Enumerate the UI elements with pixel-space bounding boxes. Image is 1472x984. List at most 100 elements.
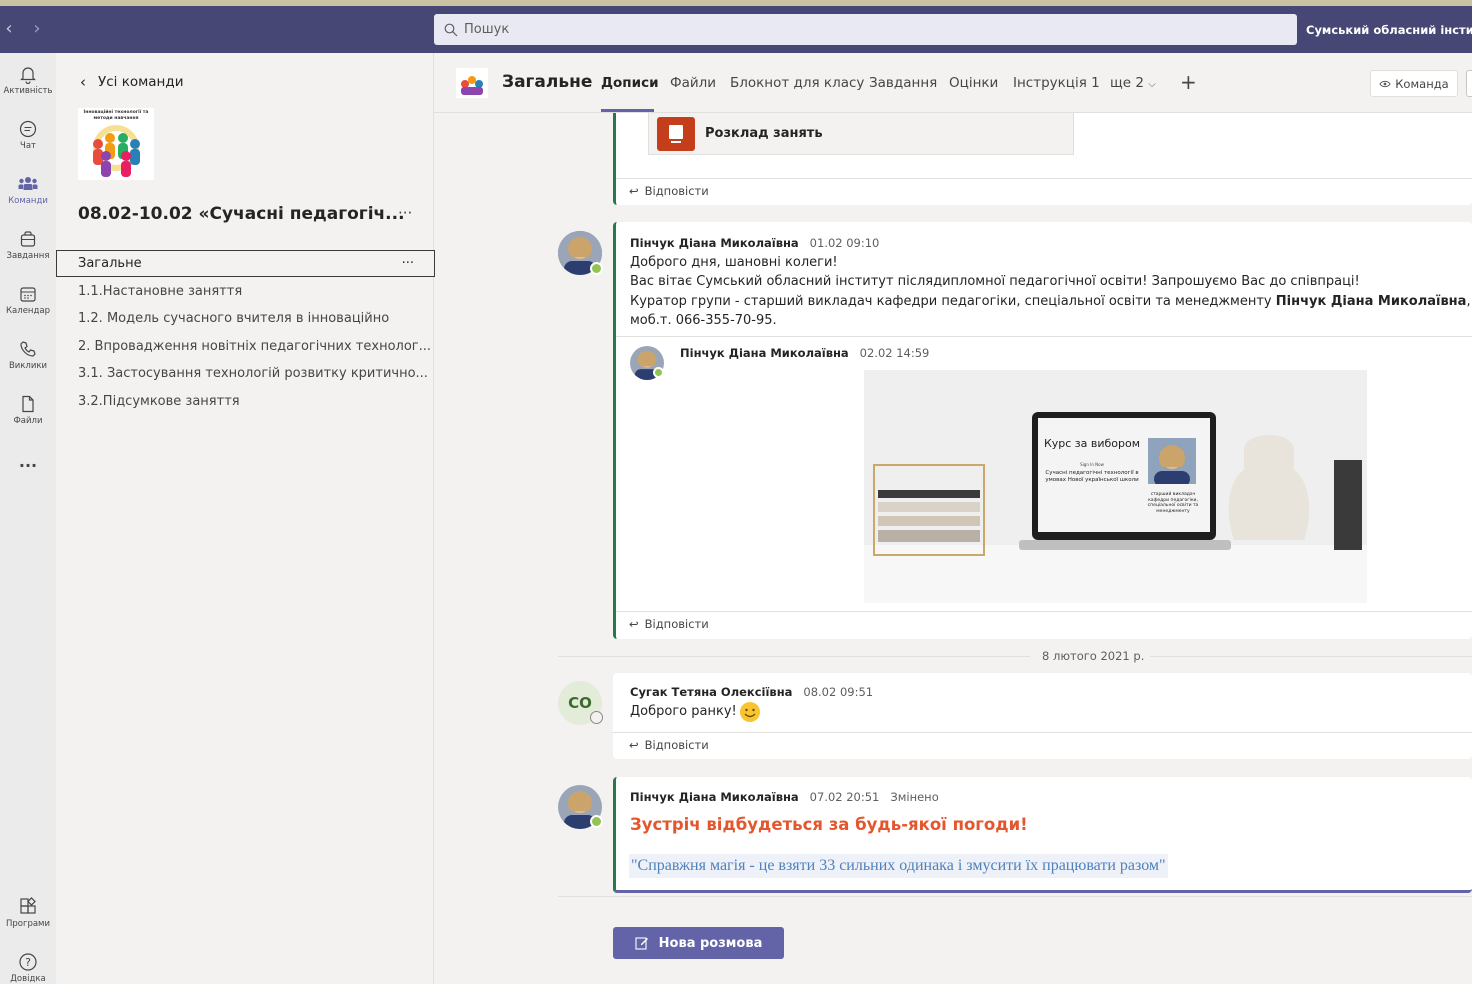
team-button-label: Команда [1395, 76, 1449, 91]
header-extra-button[interactable] [1466, 70, 1472, 97]
add-tab-icon[interactable]: + [1180, 70, 1197, 94]
reply-button[interactable]: ↩ Відповісти [629, 738, 709, 752]
reply-meta: Пінчук Діана Миколаївна 02.02 14:59 [680, 346, 929, 360]
rail-teams[interactable]: Команди [0, 174, 56, 206]
channel-item[interactable]: 3.2.Підсумкове заняття [78, 394, 240, 409]
assignments-icon [20, 231, 36, 247]
rail-label: Команди [8, 196, 48, 206]
team-name[interactable]: 08.02-10.02 «Сучасні педагогіч... [78, 204, 405, 224]
smile-emoji-icon [739, 702, 760, 722]
team-button[interactable]: Команда [1370, 70, 1458, 97]
rail-label: Виклики [8, 361, 48, 371]
reply-button[interactable]: ↩ Відповісти [629, 184, 709, 198]
channel-general-active[interactable]: Загальне ··· [56, 250, 435, 277]
tab-posts[interactable]: Дописи [601, 75, 659, 91]
post-time: 07.02 20:51 [809, 790, 880, 804]
post-time: 01.02 09:10 [809, 236, 880, 250]
post-comma: , [1466, 294, 1471, 309]
compose-icon [635, 937, 648, 950]
channel-logo [456, 68, 488, 98]
svg-text:?: ? [25, 956, 31, 969]
rail-help[interactable]: ? Довідка [0, 952, 56, 984]
post-line: Вас вітає Сумський обласний інститут піс… [630, 274, 1360, 289]
rail-apps[interactable]: Програми [0, 897, 56, 929]
post-author[interactable]: Пінчук Діана Миколаївна [630, 236, 799, 250]
channel-item[interactable]: 3.1. Застосування технологій розвитку кр… [78, 366, 428, 381]
post-bold-name: Пінчук Діана Миколаївна [1275, 294, 1467, 309]
back-arrow-icon[interactable]: ‹ [0, 18, 18, 39]
channel-more-icon[interactable]: ··· [402, 256, 414, 271]
reply-arrow-icon: ↩ [629, 738, 639, 752]
more-apps-icon[interactable]: ... [0, 452, 56, 471]
date-line [558, 656, 1030, 657]
file-name: Розклад занять [705, 126, 823, 141]
rail-label: Програми [6, 919, 50, 929]
new-conversation-label: Нова розмова [658, 935, 763, 951]
tab-class-notebook[interactable]: Блокнот для класу [730, 75, 864, 91]
reply-button[interactable]: ↩ Відповісти [629, 617, 709, 631]
rail-label: Чат [20, 141, 36, 151]
tab-instruction[interactable]: Інструкція 1 [1013, 75, 1100, 91]
chevron-down-icon: ⌵ [1148, 79, 1156, 90]
rail-assignments[interactable]: Завдання [0, 229, 56, 261]
post-image[interactable]: Курс за вибором Sign In Now Сучасні педа… [864, 370, 1367, 603]
reply-arrow-icon: ↩ [629, 184, 639, 198]
reply-separator [616, 178, 1472, 179]
image-signin: Sign In Now [1080, 462, 1104, 467]
reply-arrow-icon: ↩ [629, 617, 639, 631]
image-caption: старший викладач кафедри педагогіки, спе… [1147, 492, 1199, 514]
teams-icon [18, 177, 38, 190]
reply-time: 02.02 14:59 [859, 346, 930, 360]
channel-label: Загальне [78, 256, 142, 271]
presence-available-icon [590, 815, 603, 828]
reply-label: Відповісти [644, 184, 709, 198]
channel-item[interactable]: 2. Впровадження новітніх педагогічних те… [78, 339, 431, 354]
tab-more-label: ще 2 [1110, 75, 1144, 91]
tab-grades[interactable]: Оцінки [949, 75, 998, 91]
rail-files[interactable]: Файли [0, 394, 56, 426]
tab-more[interactable]: ще 2 ⌵ [1110, 75, 1156, 91]
post-time: 08.02 09:51 [803, 685, 874, 699]
post-author[interactable]: Пінчук Діана Миколаївна [630, 790, 799, 804]
post-author[interactable]: Сугак Тетяна Олексіївна [630, 685, 792, 699]
reply-author[interactable]: Пінчук Діана Миколаївна [680, 346, 849, 360]
search-input[interactable]: Пошук [434, 14, 1297, 45]
org-name[interactable]: Сумський обласний інститут [1297, 6, 1472, 53]
team-logo-text: Інноваційні технології та методи навчанн… [83, 110, 149, 121]
file-icon [22, 395, 34, 413]
team-logo: Інноваційні технології та методи навчанн… [78, 108, 154, 180]
new-conversation-button[interactable]: Нова розмова [613, 927, 784, 959]
rail-calls[interactable]: Виклики [0, 339, 56, 371]
tab-assignments[interactable]: Завдання [869, 75, 937, 91]
post-meta: Пінчук Діана Миколаївна 07.02 20:51 Змін… [630, 790, 939, 804]
apps-icon [20, 897, 36, 914]
chevron-left-icon: ‹ [80, 73, 86, 91]
post-line: моб.т. 066-355-70-95. [630, 313, 777, 328]
feed-end-separator [558, 896, 1472, 897]
rail-chat[interactable]: Чат [0, 119, 56, 151]
reply-label: Відповісти [644, 738, 709, 752]
post-text-row: Доброго ранку! [630, 701, 761, 723]
channel-item[interactable]: 1.1.Настановне заняття [78, 284, 242, 299]
team-logo-figures [93, 125, 140, 177]
image-subtitle: Сучасні педагогічні технології в умовах … [1045, 470, 1139, 483]
all-teams-link[interactable]: ‹ Усі команди [80, 73, 184, 91]
channel-item[interactable]: 1.2. Модель сучасного вчителя в інноваці… [78, 311, 389, 326]
post-line-curator: Куратор групи - старший викладач кафедри… [630, 292, 1471, 312]
rail-label: Календар [6, 306, 50, 316]
file-attachment[interactable]: Розклад занять [648, 113, 1074, 155]
forward-arrow-icon[interactable]: › [28, 18, 46, 39]
rail-label: Завдання [6, 251, 50, 261]
search-icon [444, 23, 458, 36]
rail-activity[interactable]: Активність [0, 64, 56, 96]
presence-available-icon [590, 262, 603, 275]
rail-calendar[interactable]: Календар [0, 284, 56, 316]
post-edited: Змінено [890, 790, 939, 804]
bell-icon [20, 67, 36, 84]
tab-files[interactable]: Файли [670, 75, 716, 91]
eye-icon [1379, 80, 1391, 87]
team-more-options-icon[interactable]: ··· [398, 204, 412, 222]
presence-available-icon [653, 367, 664, 378]
help-icon: ? [19, 953, 37, 971]
reply-separator [616, 611, 1472, 612]
